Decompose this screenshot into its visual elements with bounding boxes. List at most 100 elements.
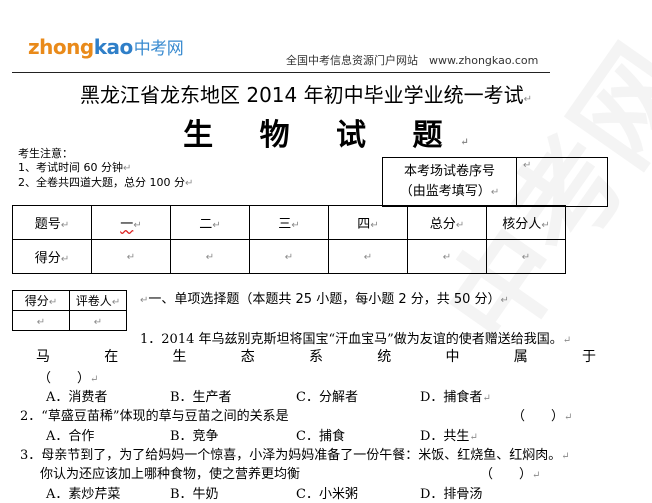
q1-option-c: C．分解者 bbox=[296, 390, 358, 405]
q3-option-c: C．小米粥 bbox=[296, 487, 358, 502]
q1-option-a: A．消费者 bbox=[46, 390, 108, 405]
q2-option-a: A．合作 bbox=[46, 429, 95, 444]
score-header-cell: 核分人↵ bbox=[486, 205, 566, 240]
q1-option-d: D．捕食者↵ bbox=[420, 386, 491, 405]
logo-cn: 中考网 bbox=[133, 39, 184, 59]
cell-mark: ↵ bbox=[133, 220, 142, 231]
cell-mark: ↵ bbox=[205, 252, 215, 263]
score-cell: ↵ bbox=[328, 239, 408, 274]
question-3-paren: （ ）↵ bbox=[480, 463, 540, 482]
cell-text: 得分 bbox=[24, 294, 49, 308]
question-1-stem-spread: 马 在 生 态 系 统 中 属 于 bbox=[36, 346, 596, 366]
cell-mark: ↵ bbox=[93, 316, 103, 328]
cell-mark: ↵ bbox=[541, 220, 550, 231]
score-cell: ↵ bbox=[486, 239, 566, 274]
paragraph-mark: ↵ bbox=[185, 178, 194, 189]
question-3-stem-2: 你认为还应该加上哪种食物，使之营养更均衡 bbox=[40, 467, 301, 482]
paragraph-mark: ↵ bbox=[460, 137, 469, 148]
cell-text: 得分 bbox=[34, 251, 61, 266]
score-cell: ↵ bbox=[91, 239, 171, 274]
question-1-paren: （ ）↵ bbox=[38, 367, 98, 386]
spread-char: 在 bbox=[104, 349, 119, 365]
notes-item-2: 2、全卷共四道大题，总分 100 分↵ bbox=[18, 176, 193, 191]
question-1-text: 1．2014 年乌兹别克斯坦将国宝“汗血宝马”做为友谊的使者赠送给我国。 bbox=[140, 332, 563, 347]
cell-mark: ↵ bbox=[60, 254, 70, 265]
q3-option-a: A．素炒芹菜 bbox=[46, 487, 121, 502]
cell-mark: ↵ bbox=[363, 252, 373, 263]
header-rule bbox=[12, 72, 550, 73]
grader-header-row: 得分↵ 评卷人↵ bbox=[12, 290, 127, 311]
question-3-stem: 3．母亲节到了，为了给妈妈一个惊喜，小泽为妈妈准备了一份午餐：米饭、红烧鱼、红焖… bbox=[20, 444, 570, 463]
paren-text: （ ） bbox=[38, 371, 91, 386]
paren-text: （ ） bbox=[512, 409, 565, 424]
cell-text: 评卷人 bbox=[75, 294, 112, 308]
cell-mark: ↵ bbox=[111, 297, 121, 308]
section-heading: ↵一、单项选择题（本题共 25 小题，每小题 2 分，共 50 分）↵ bbox=[140, 288, 509, 307]
paragraph-mark: ↵ bbox=[490, 187, 500, 198]
grader-score-cell: ↵ bbox=[12, 310, 70, 331]
cell-text: 二 bbox=[199, 217, 213, 232]
cell-mark: ↵ bbox=[36, 316, 46, 328]
cell-text: 四 bbox=[357, 217, 371, 232]
score-cell: ↵ bbox=[407, 239, 487, 274]
q2-option-d: D．共生↵ bbox=[420, 425, 478, 444]
cell-mark: ↵ bbox=[48, 297, 58, 308]
cell-text: 题号 bbox=[34, 217, 61, 232]
spread-char: 态 bbox=[240, 349, 255, 365]
q3-option-d: D．排骨汤 bbox=[420, 487, 483, 502]
cell-mark: ↵ bbox=[521, 252, 531, 263]
cell-mark: ↵ bbox=[212, 220, 221, 231]
notes-item-2-text: 2、全卷共四道大题，总分 100 分 bbox=[18, 176, 185, 189]
cell-mark: ↵ bbox=[60, 220, 70, 231]
seat-line-2-text: （由监考填写） bbox=[399, 184, 491, 199]
cell-mark: ↵ bbox=[455, 220, 465, 231]
exam-title-text: 黑龙江省龙东地区 2014 年初中毕业学业统一考试 bbox=[80, 83, 524, 107]
spread-char: 统 bbox=[377, 349, 392, 365]
score-header-cell: 三↵ bbox=[249, 205, 329, 240]
grader-score-label: 得分↵ bbox=[12, 290, 70, 311]
cell-text: 核分人 bbox=[502, 217, 542, 232]
question-3-text: 3．母亲节到了，为了给妈妈一个惊喜，小泽为妈妈准备了一份午餐：米饭、红烧鱼、红焖… bbox=[20, 448, 562, 463]
grader-value-row: ↵ ↵ bbox=[12, 310, 127, 331]
grader-table: 得分↵ 评卷人↵ ↵ ↵ bbox=[12, 290, 127, 331]
seat-line-2: （由监考填写）↵ bbox=[383, 182, 516, 203]
cell-mark: ↵ bbox=[523, 160, 532, 171]
seat-line-1: 本考场试卷序号 bbox=[403, 164, 495, 179]
score-row-label: 得分↵ bbox=[12, 239, 92, 274]
spread-char: 于 bbox=[582, 349, 596, 365]
score-header-cell: 二↵ bbox=[170, 205, 250, 240]
cell-mark: ↵ bbox=[442, 252, 452, 263]
q2-option-c: C．捕食 bbox=[296, 429, 345, 444]
subject-text: 生 物 试 题 bbox=[183, 118, 461, 153]
paragraph-mark: ↵ bbox=[482, 393, 491, 404]
cell-text: 三 bbox=[278, 217, 292, 232]
exam-title: 黑龙江省龙东地区 2014 年初中毕业学业统一考试↵ bbox=[80, 79, 532, 108]
logo-kao: kao bbox=[93, 35, 134, 59]
paragraph-mark: ↵ bbox=[564, 412, 573, 423]
spread-char: 马 bbox=[36, 349, 50, 365]
paragraph-mark: ↵ bbox=[90, 374, 99, 385]
score-cell: ↵ bbox=[249, 239, 329, 274]
paragraph-mark: ↵ bbox=[523, 94, 533, 105]
spread-char: 属 bbox=[513, 349, 528, 365]
score-header-cell: 四↵ bbox=[328, 205, 408, 240]
score-value-row: 得分↵ ↵ ↵ ↵ ↵ ↵ ↵ bbox=[12, 239, 566, 274]
zhongkao-logo: zhongkao中考网 bbox=[28, 34, 184, 59]
question-2-paren: （ ）↵ bbox=[512, 405, 572, 424]
option-text: D．捕食者 bbox=[420, 390, 483, 405]
cell-text: 总分 bbox=[429, 217, 456, 232]
cell-mark: ↵ bbox=[370, 220, 379, 231]
paren-text: （ ） bbox=[480, 467, 533, 482]
seat-number-label: 本考场试卷序号 （由监考填写）↵ bbox=[383, 158, 517, 206]
notes-item-1-text: 1、考试时间 60 分钟 bbox=[18, 161, 123, 174]
paragraph-mark: ↵ bbox=[123, 163, 132, 174]
paragraph-mark: ↵ bbox=[500, 295, 509, 306]
score-header-cell: 题号↵ bbox=[12, 205, 92, 240]
paragraph-mark: ↵ bbox=[561, 451, 570, 462]
paragraph-mark: ↵ bbox=[562, 335, 572, 346]
q1-option-b: B．生产者 bbox=[170, 390, 232, 405]
cell-mark: ↵ bbox=[284, 252, 294, 263]
spread-char: 中 bbox=[445, 349, 460, 365]
notes-heading: 考生注意： bbox=[18, 147, 73, 160]
q3-option-b: B．牛奶 bbox=[170, 487, 219, 502]
